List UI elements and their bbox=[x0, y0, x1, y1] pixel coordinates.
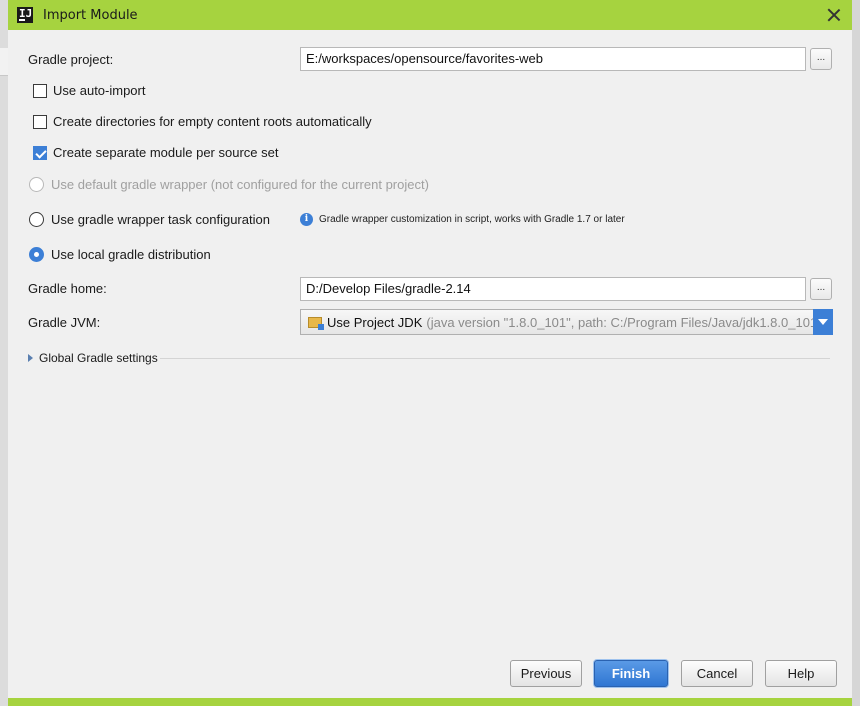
cancel-button[interactable]: Cancel bbox=[681, 660, 753, 687]
wrapper-task-radio[interactable] bbox=[29, 212, 44, 227]
gradle-jvm-select[interactable]: Use Project JDK (java version "1.8.0_101… bbox=[300, 309, 833, 335]
auto-import-label: Use auto-import bbox=[53, 83, 146, 98]
default-wrapper-label: Use default gradle wrapper (not configur… bbox=[51, 177, 429, 192]
gradle-jvm-detail: (java version "1.8.0_101", path: C:/Prog… bbox=[426, 314, 822, 330]
background-window-right bbox=[852, 0, 860, 706]
title-bar[interactable]: IJ Import Module bbox=[8, 0, 852, 30]
gradle-home-browse-button[interactable]: ... bbox=[810, 278, 832, 300]
wrapper-task-option[interactable]: Use gradle wrapper task configuration bbox=[29, 212, 270, 227]
create-dirs-label: Create directories for empty content roo… bbox=[53, 114, 372, 129]
global-gradle-settings-toggle[interactable]: Global Gradle settings bbox=[28, 351, 158, 365]
default-wrapper-option: Use default gradle wrapper (not configur… bbox=[29, 177, 429, 192]
chevron-down-icon[interactable] bbox=[813, 309, 833, 335]
gradle-project-label: Gradle project: bbox=[28, 52, 114, 67]
jdk-folder-icon bbox=[308, 316, 324, 330]
gradle-jvm-label: Gradle JVM: bbox=[28, 315, 101, 330]
create-dirs-option[interactable]: Create directories for empty content roo… bbox=[33, 114, 372, 129]
default-wrapper-radio bbox=[29, 177, 44, 192]
auto-import-checkbox[interactable] bbox=[33, 83, 47, 98]
local-distribution-radio[interactable] bbox=[29, 247, 44, 262]
gradle-home-field[interactable]: D:/Develop Files/gradle-2.14 bbox=[300, 277, 806, 301]
gradle-jvm-selected: Use Project JDK bbox=[327, 314, 423, 330]
local-distribution-option[interactable]: Use local gradle distribution bbox=[29, 247, 211, 262]
background-window-left bbox=[0, 0, 8, 706]
info-icon: i bbox=[300, 213, 313, 226]
wrapper-task-label: Use gradle wrapper task configuration bbox=[51, 212, 270, 227]
finish-button[interactable]: Finish bbox=[594, 660, 668, 687]
gradle-project-field[interactable]: E:/workspaces/opensource/favorites-web bbox=[300, 47, 806, 71]
section-divider bbox=[160, 358, 830, 359]
auto-import-option[interactable]: Use auto-import bbox=[33, 83, 145, 98]
close-icon[interactable] bbox=[824, 5, 844, 25]
separate-module-label: Create separate module per source set bbox=[53, 145, 279, 160]
expand-arrow-icon bbox=[28, 354, 33, 362]
gradle-project-browse-button[interactable]: ... bbox=[810, 48, 832, 70]
global-gradle-settings-label: Global Gradle settings bbox=[39, 351, 158, 365]
create-dirs-checkbox[interactable] bbox=[33, 114, 47, 129]
separate-module-option[interactable]: Create separate module per source set bbox=[33, 145, 278, 160]
separate-module-checkbox[interactable] bbox=[33, 145, 47, 160]
wrapper-info-note: i Gradle wrapper customization in script… bbox=[300, 213, 625, 226]
intellij-icon: IJ bbox=[17, 7, 33, 23]
wrapper-info-text: Gradle wrapper customization in script, … bbox=[319, 214, 625, 225]
help-button[interactable]: Help bbox=[765, 660, 837, 687]
local-distribution-label: Use local gradle distribution bbox=[51, 247, 211, 262]
dialog-content: Gradle project: E:/workspaces/opensource… bbox=[8, 30, 852, 698]
previous-button[interactable]: Previous bbox=[510, 660, 582, 687]
window-title: Import Module bbox=[43, 7, 138, 23]
gradle-home-label: Gradle home: bbox=[28, 281, 107, 296]
